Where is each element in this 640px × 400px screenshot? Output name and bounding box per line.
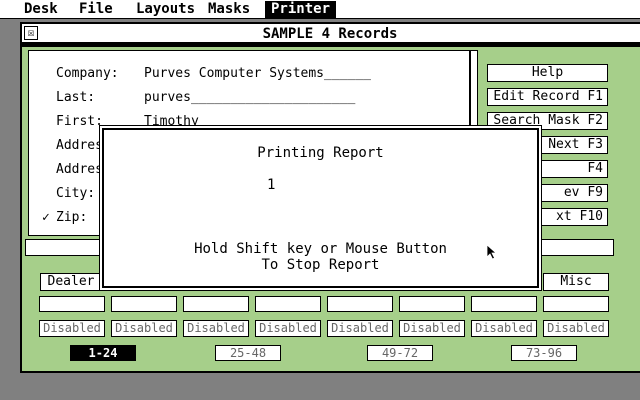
slot-field[interactable] xyxy=(543,296,609,312)
dialog-title: Printing Report xyxy=(257,145,384,161)
menu-layouts[interactable]: Layouts xyxy=(130,1,201,18)
page-tab-25-48[interactable]: 25-48 xyxy=(215,345,281,361)
disabled-button[interactable]: Disabled xyxy=(39,320,105,337)
field-label-last: Last: xyxy=(56,90,96,105)
disabled-button[interactable]: Disabled xyxy=(471,320,537,337)
menu-masks[interactable]: Masks xyxy=(202,1,256,18)
mouse-pointer-icon xyxy=(486,244,498,260)
page-tab-73-96[interactable]: 73-96 xyxy=(511,345,577,361)
slot-field[interactable] xyxy=(471,296,537,312)
menu-desk[interactable]: Desk xyxy=(18,1,64,18)
disabled-button[interactable]: Disabled xyxy=(399,320,465,337)
disabled-button[interactable]: Disabled xyxy=(183,320,249,337)
dialog-hint-line2: To Stop Report xyxy=(261,257,380,273)
field-value-last[interactable]: purves_____________________ xyxy=(144,89,355,107)
disabled-button[interactable]: Disabled xyxy=(543,320,609,337)
disabled-button[interactable]: Disabled xyxy=(327,320,393,337)
field-label-company: Company: xyxy=(56,66,119,81)
slot-field[interactable] xyxy=(255,296,321,312)
dealer-button[interactable]: Dealer xyxy=(40,273,102,291)
slot-field[interactable] xyxy=(327,296,393,312)
field-label-zip: Zip: xyxy=(56,210,88,225)
field-label-address1: Addres xyxy=(56,138,103,153)
field-value-company[interactable]: Purves Computer Systems______ xyxy=(144,65,371,83)
slot-field[interactable] xyxy=(399,296,465,312)
menu-printer[interactable]: Printer xyxy=(265,1,337,18)
help-button[interactable]: Help xyxy=(487,64,608,82)
page-tab-49-72[interactable]: 49-72 xyxy=(367,345,433,361)
window-title: SAMPLE 4 Records xyxy=(262,26,398,42)
slot-field[interactable] xyxy=(183,296,249,312)
field-label-first: First: xyxy=(56,114,103,129)
slot-field[interactable] xyxy=(39,296,105,312)
field-label-address2: Addres xyxy=(56,162,103,177)
edit-record-button[interactable]: Edit Record F1 xyxy=(487,88,608,106)
close-box-icon[interactable]: ☒ xyxy=(24,26,38,40)
slot-field[interactable] xyxy=(111,296,177,312)
dialog-hint-line1: Hold Shift key or Mouse Button xyxy=(194,241,447,257)
disabled-button[interactable]: Disabled xyxy=(111,320,177,337)
print-count: 1 xyxy=(267,177,276,193)
misc-button[interactable]: Misc xyxy=(543,273,609,291)
disabled-button[interactable]: Disabled xyxy=(255,320,321,337)
page-tab-1-24[interactable]: 1-24 xyxy=(70,345,136,361)
menu-file[interactable]: File xyxy=(73,1,119,18)
check-icon: ✓ xyxy=(42,210,50,225)
field-label-city: City: xyxy=(56,186,96,201)
